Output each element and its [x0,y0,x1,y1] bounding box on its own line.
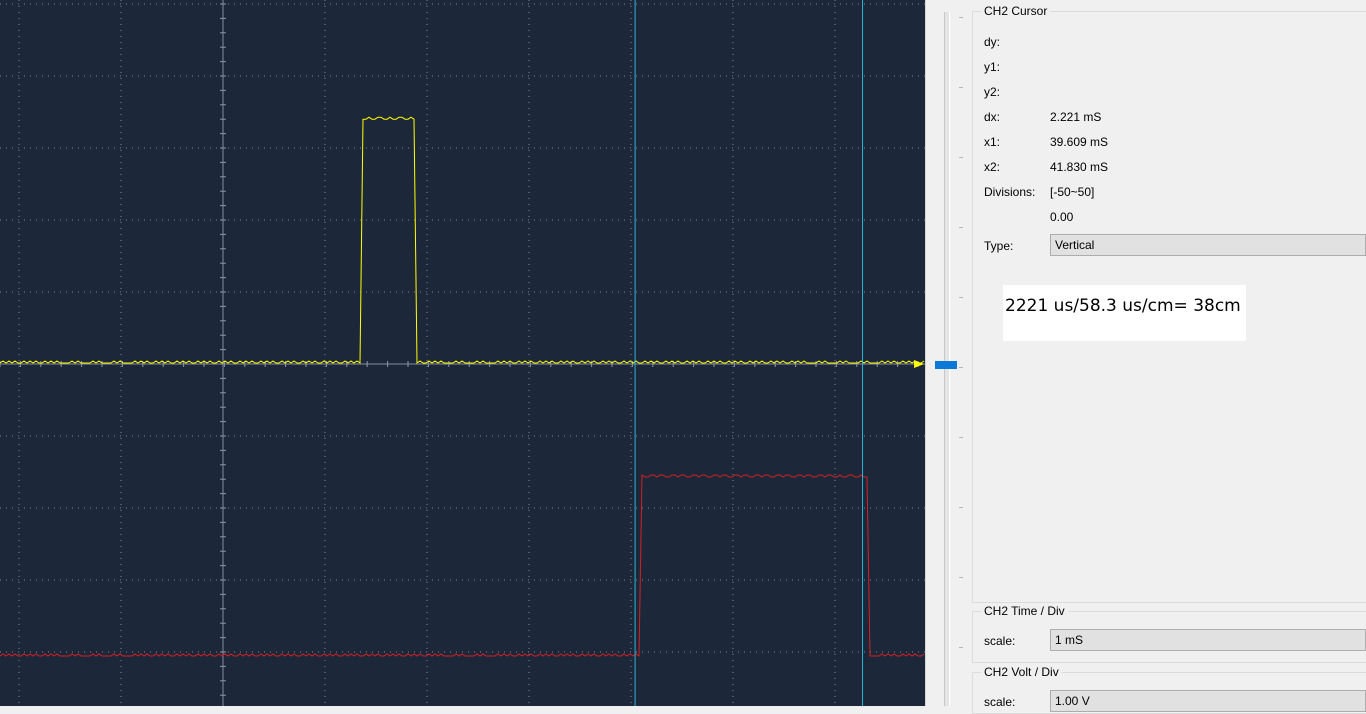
x1-label: x1: [984,135,1001,149]
x1-value: 39.609 mS [1050,135,1109,149]
trace-ch2 [0,474,925,657]
time-scale-select[interactable]: 1 mS [1050,629,1366,651]
dy-label: dy: [984,35,1001,49]
slider-tick [959,87,963,88]
divisions-label: Divisions: [984,185,1036,199]
slider-tick [959,367,963,368]
volt-div-title: CH2 Volt / Div [981,665,1062,679]
slider-tick [959,227,963,228]
waveform-plot[interactable] [0,0,925,706]
time-div-title: CH2 Time / Div [981,604,1068,618]
dx-label: dx: [984,110,1001,124]
slider-tick [959,17,963,18]
y2-label: y2: [984,85,1001,99]
type-label: Type: [984,239,1014,253]
oscilloscope-screen[interactable] [0,0,925,706]
control-panel: CH2 Cursor dy: y1: y2: dx: 2.221 mS x1: … [970,0,1366,714]
slider-tick [959,507,963,508]
cursor-group-title: CH2 Cursor [981,4,1051,18]
slider-tick [959,297,963,298]
annotation-note: 2221 us/58.3 us/cm= 38cm [1003,285,1246,341]
x2-label: x2: [984,160,1001,174]
divisions-range: [-50~50] [1050,185,1095,199]
time-scale-label: scale: [984,634,1016,648]
volt-scale-label: scale: [984,695,1016,709]
dx-value: 2.221 mS [1050,110,1102,124]
x2-value: 41.830 mS [1050,160,1109,174]
slider-tick [959,647,963,648]
vertical-offset-slider-thumb[interactable] [935,361,957,369]
y1-label: y1: [984,60,1001,74]
trigger-level-marker [914,360,924,368]
cursor-type-select[interactable]: Vertical [1050,234,1366,256]
slider-tick [959,577,963,578]
vertical-offset-slider-track[interactable] [944,12,950,706]
trace-ch1 [0,116,925,364]
slider-tick [959,437,963,438]
divisions-value: 0.00 [1050,210,1074,224]
volt-scale-select[interactable]: 1.00 V [1050,690,1366,712]
slider-tick [959,157,963,158]
